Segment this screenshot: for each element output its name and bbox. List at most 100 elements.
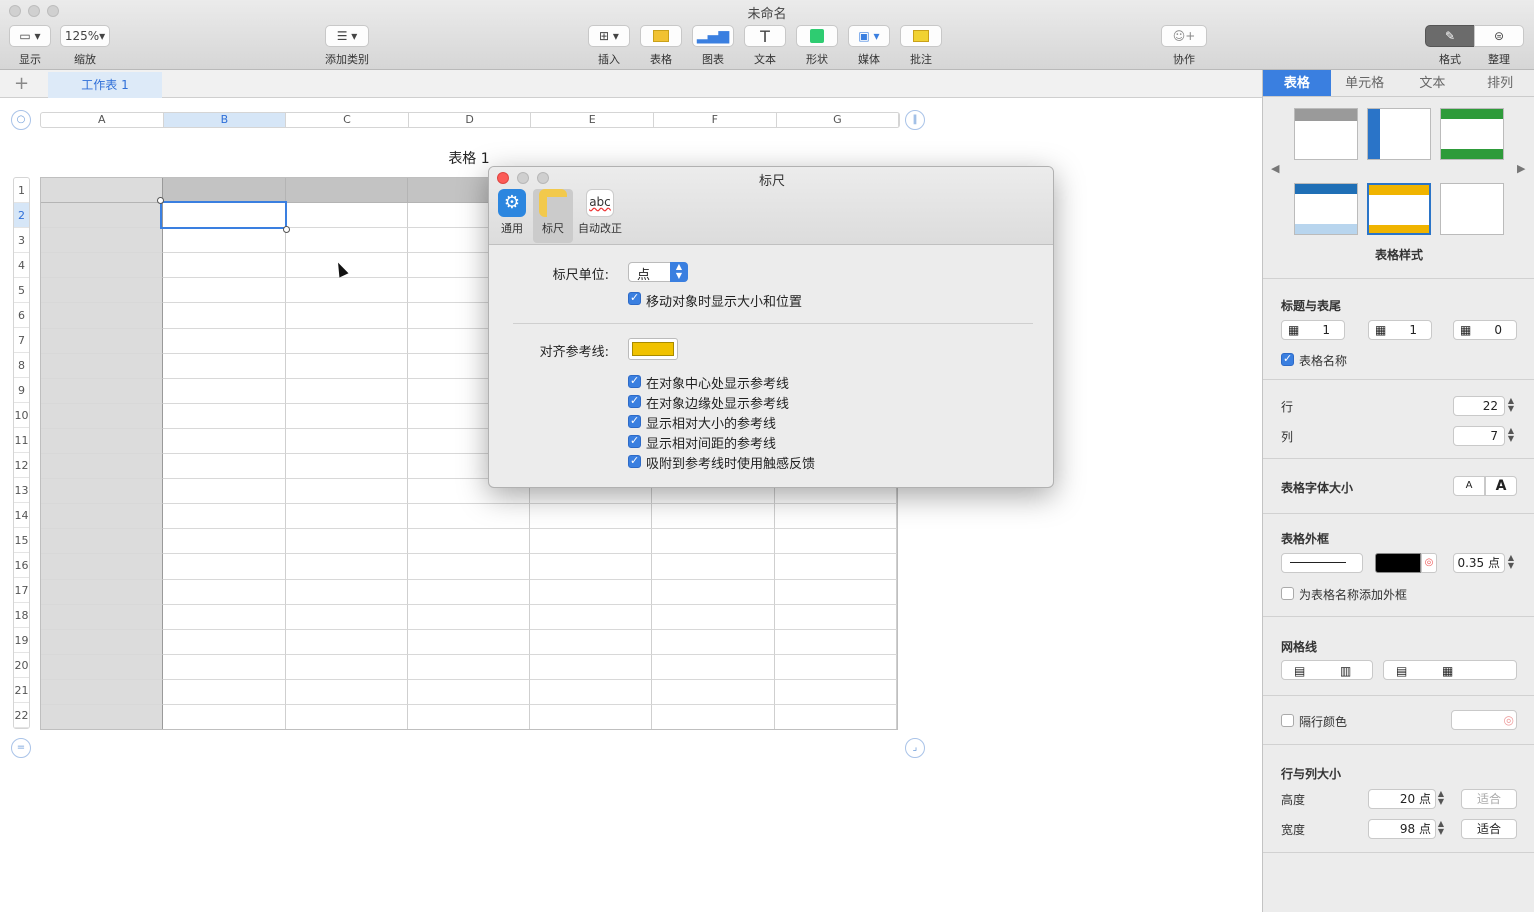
insert-button[interactable]: ⊞ ▾ 插入	[588, 25, 630, 67]
table-cell[interactable]	[163, 353, 286, 379]
table-cell[interactable]	[407, 579, 531, 605]
table-cell[interactable]	[163, 278, 286, 304]
table-cell[interactable]	[163, 504, 286, 530]
table-cell[interactable]	[652, 604, 775, 630]
table-cell[interactable]	[285, 428, 408, 455]
table-style-green[interactable]	[1440, 108, 1504, 160]
table-cell[interactable]	[285, 679, 408, 705]
table-cell[interactable]	[163, 428, 286, 455]
add-category-button[interactable]: ☰ ▾ 添加类别	[325, 25, 369, 67]
selection-knob[interactable]	[283, 226, 290, 233]
table-cell[interactable]	[41, 278, 164, 304]
table-cell[interactable]	[652, 529, 775, 555]
row-height-stepper[interactable]: ▲ ▼	[1436, 790, 1446, 808]
table-cell[interactable]	[163, 178, 286, 204]
styles-prev-icon[interactable]: ◀	[1271, 162, 1279, 175]
horizontal-gridlines-icon[interactable]: ▤	[1294, 662, 1305, 680]
smaller-font-button[interactable]: A	[1453, 476, 1485, 496]
table-cell[interactable]	[41, 454, 164, 480]
table-cell[interactable]	[41, 178, 164, 204]
header-col-gridlines-icon[interactable]: ▦	[1442, 662, 1453, 680]
row-header[interactable]: 7	[14, 328, 29, 353]
table-name-checkbox[interactable]	[1281, 352, 1294, 366]
column-header-d[interactable]: D	[409, 113, 532, 127]
outline-color-well[interactable]	[1375, 553, 1421, 573]
sheet-tab-1[interactable]: 工作表 1	[48, 72, 162, 98]
table-select-handle[interactable]: ○	[11, 110, 31, 130]
row-header[interactable]: 1	[14, 178, 29, 203]
table-cell[interactable]	[285, 604, 408, 630]
table-cell[interactable]	[285, 178, 408, 204]
table-cell[interactable]	[163, 554, 286, 580]
column-header-b[interactable]: B	[163, 113, 287, 127]
haptic-feedback-checkbox[interactable]	[628, 454, 641, 468]
table-cell[interactable]	[530, 654, 653, 680]
table-cell[interactable]	[41, 554, 164, 580]
row-header[interactable]: 10	[14, 403, 29, 428]
table-cell[interactable]	[285, 253, 408, 279]
cols-field[interactable]: 7	[1453, 426, 1505, 446]
table-cell[interactable]	[41, 403, 164, 429]
row-header[interactable]: 20	[14, 653, 29, 678]
table-cell[interactable]	[41, 353, 164, 379]
shape-button[interactable]: 形状	[796, 25, 838, 67]
row-header[interactable]: 14	[14, 503, 29, 528]
rows-field[interactable]: 22	[1453, 396, 1505, 416]
table-cell[interactable]	[408, 704, 531, 729]
edge-guides-checkbox[interactable]	[628, 394, 641, 408]
comment-button[interactable]: 批注	[900, 25, 942, 67]
table-cell[interactable]	[407, 654, 531, 680]
column-header-f[interactable]: F	[654, 113, 777, 127]
table-style-plain[interactable]	[1440, 183, 1504, 235]
alternating-rows-checkbox[interactable]	[1281, 714, 1294, 727]
table-cell[interactable]	[41, 479, 164, 505]
table-cell[interactable]	[774, 529, 897, 555]
row-header[interactable]: 15	[14, 528, 29, 553]
table-cell[interactable]	[285, 454, 408, 480]
table-cell[interactable]	[286, 704, 408, 729]
table-cell[interactable]	[41, 504, 164, 530]
table-cell[interactable]	[407, 529, 531, 555]
table-cell[interactable]	[163, 303, 286, 329]
table-cell[interactable]	[652, 654, 775, 680]
table-cell[interactable]	[285, 504, 408, 530]
row-header[interactable]: 5	[14, 278, 29, 303]
table-cell[interactable]	[41, 704, 164, 729]
tab-autocorrect[interactable]: abc 自动改正	[577, 189, 623, 243]
table-cell[interactable]	[285, 353, 408, 379]
spacing-guides-checkbox[interactable]	[628, 434, 641, 448]
table-cell[interactable]	[774, 654, 897, 680]
table-cell[interactable]	[530, 679, 653, 705]
table-cell[interactable]	[407, 504, 531, 530]
table-cell[interactable]	[775, 704, 897, 729]
table-cell[interactable]	[530, 529, 653, 555]
column-header-a[interactable]: A	[41, 113, 164, 127]
header-rows-field[interactable]: ▦ 1	[1281, 320, 1345, 340]
table-cell[interactable]	[163, 704, 286, 729]
row-header[interactable]: 18	[14, 603, 29, 628]
tab-arrange[interactable]: 排列	[1466, 70, 1534, 96]
larger-font-button[interactable]: A	[1485, 476, 1517, 496]
selection-knob[interactable]	[157, 197, 164, 204]
table-cell[interactable]	[163, 529, 286, 555]
table-cell[interactable]	[163, 679, 286, 705]
table-style-yellow[interactable]	[1367, 183, 1431, 235]
table-cell[interactable]	[530, 579, 653, 605]
outline-width-stepper[interactable]: ▲ ▼	[1506, 554, 1516, 572]
line-style-select[interactable]	[1281, 553, 1363, 573]
size-guides-checkbox[interactable]	[628, 414, 641, 428]
add-sheet-button[interactable]: +	[14, 73, 29, 94]
tab-general[interactable]: ⚙ 通用	[497, 189, 527, 243]
row-header[interactable]: 13	[14, 478, 29, 503]
col-width-stepper[interactable]: ▲ ▼	[1436, 820, 1446, 838]
row-header[interactable]: 8	[14, 353, 29, 378]
table-cell[interactable]	[163, 253, 286, 279]
table-cell[interactable]	[163, 403, 286, 429]
table-cell[interactable]	[163, 604, 286, 630]
table-cell[interactable]	[41, 253, 164, 279]
row-header[interactable]: 12	[14, 453, 29, 478]
table-cell[interactable]	[163, 654, 286, 680]
styles-next-icon[interactable]: ▶	[1517, 162, 1525, 175]
outline-width-field[interactable]: 0.35 点	[1453, 553, 1505, 573]
organize-button[interactable]: ⊜ 整理	[1474, 25, 1524, 67]
